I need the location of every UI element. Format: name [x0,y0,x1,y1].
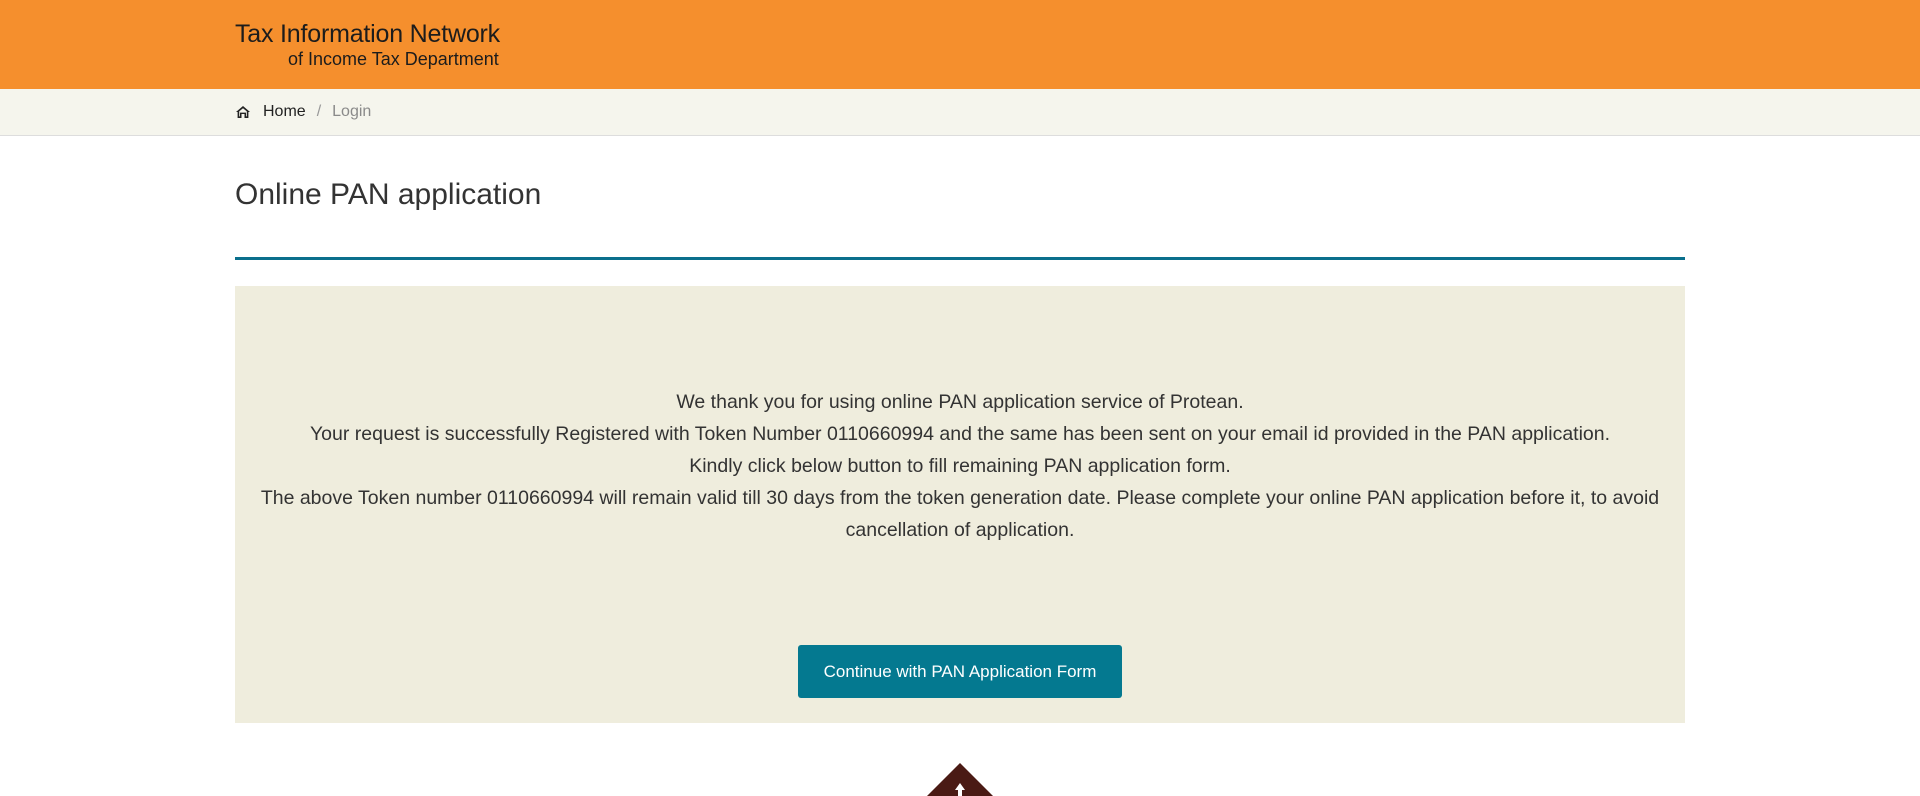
logo-subtitle: of Income Tax Department [288,49,499,69]
scroll-to-top-button[interactable] [927,762,993,796]
home-icon[interactable] [235,105,251,119]
arrow-up-icon [927,763,993,796]
message-line-token: Your request is successfully Registered … [309,423,1611,445]
breadcrumb-current: Login [332,103,372,120]
confirmation-panel: We thank you for using online PAN applic… [235,286,1685,723]
message-line-thanks: We thank you for using online PAN applic… [676,391,1244,413]
confirmation-message: We thank you for using online PAN applic… [235,386,1685,546]
breadcrumb-home-link[interactable]: Home [263,103,306,121]
site-header: Tax Information Network of Income Tax De… [0,0,1920,89]
breadcrumb-bar: Home / Login [0,89,1920,136]
page-title: Online PAN application [235,178,542,211]
logo-title: Tax Information Network [235,20,500,48]
message-line-validity: The above Token number 0110660994 will r… [260,487,1660,541]
continue-pan-form-button[interactable]: Continue with PAN Application Form [798,645,1122,698]
tin-logo[interactable]: Tax Information Network of Income Tax De… [235,20,525,72]
breadcrumb: Home / Login [235,89,371,135]
message-line-instruction: Kindly click below button to fill remain… [689,455,1231,477]
title-divider [235,257,1685,260]
breadcrumb-separator: / [316,103,322,120]
